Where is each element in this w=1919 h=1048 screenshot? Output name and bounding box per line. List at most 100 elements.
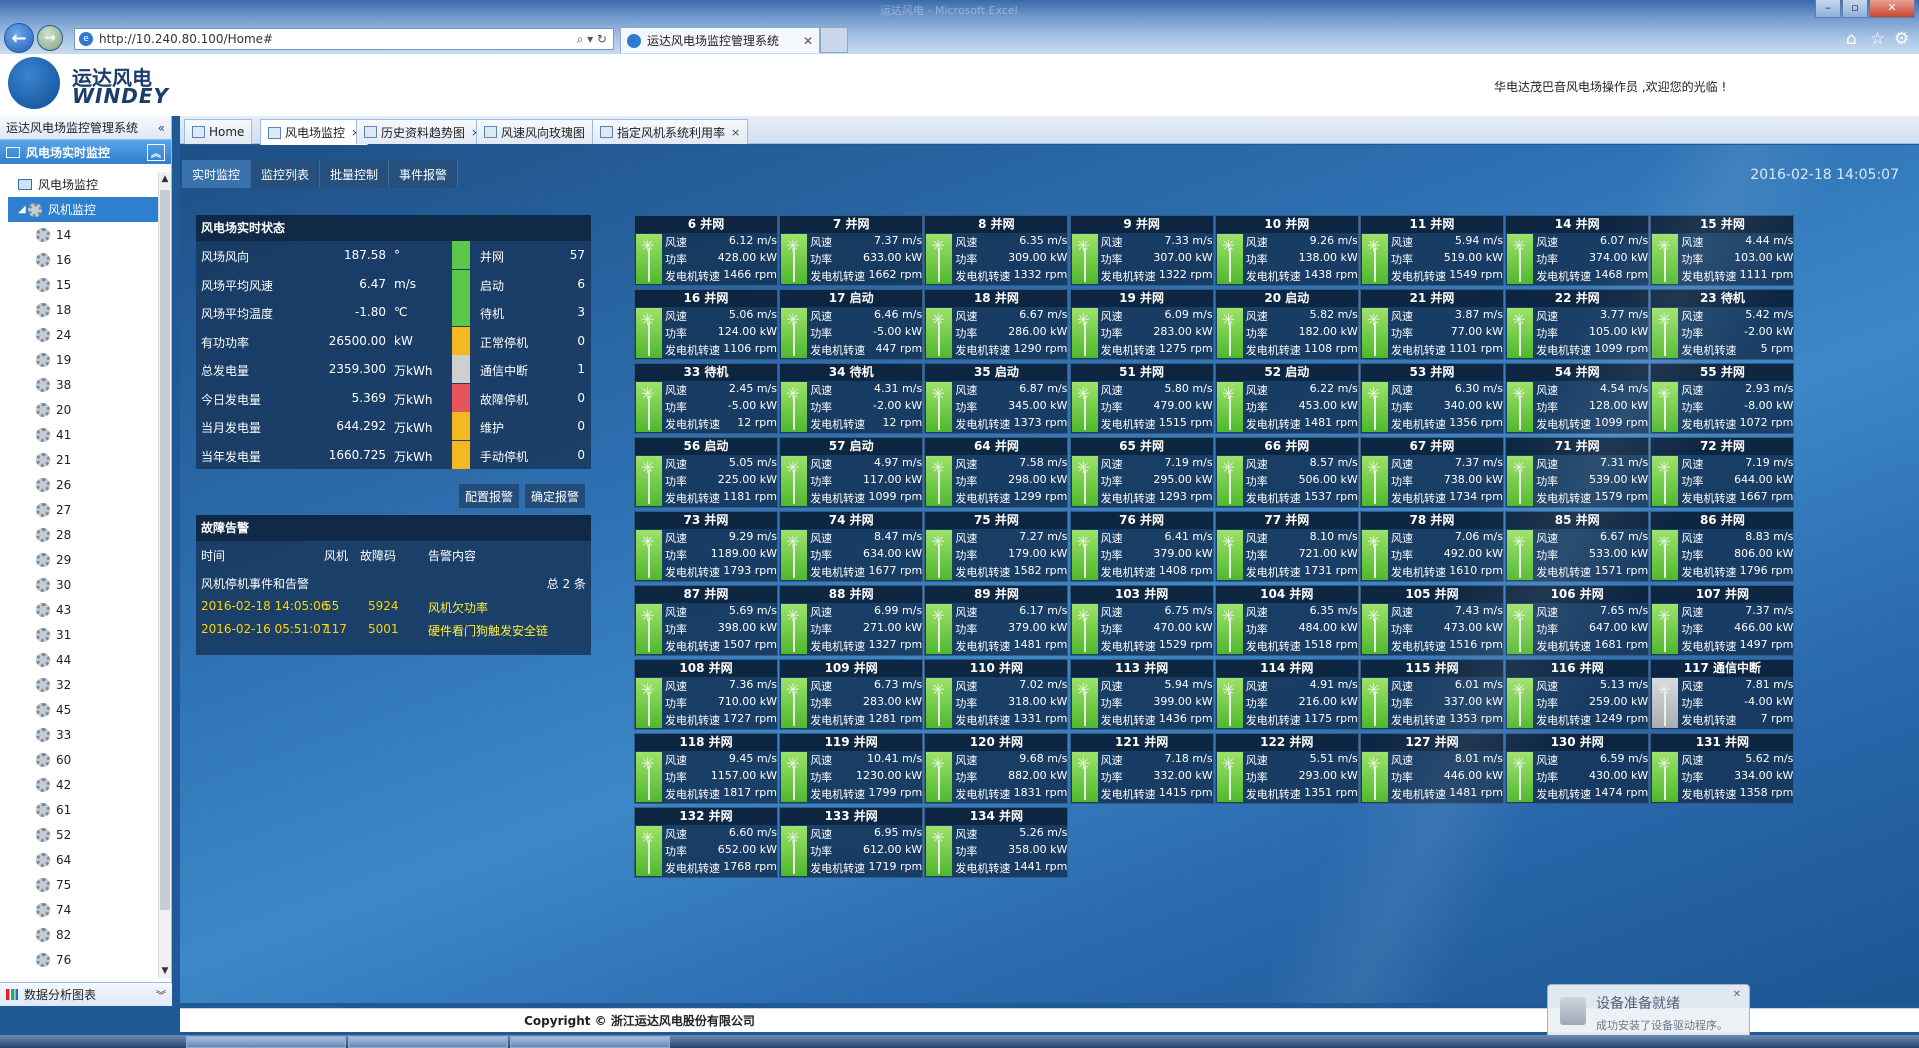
turbine-card[interactable]: 72 并网风速 7.19 m/s 功率 644.00 kW 发电机转速1667 rpm: [1650, 437, 1795, 508]
turbine-card[interactable]: 66 并网风速 8.57 m/s 功率 506.00 kW 发电机转速1537 rpm: [1214, 437, 1359, 508]
home-icon[interactable]: ⌂: [1846, 29, 1857, 49]
tree-node-turbine-18[interactable]: 18: [0, 297, 158, 322]
turbine-card[interactable]: 120 并网风速 9.68 m/s 功率 882.00 kW 发电机转速1831 rpm: [924, 733, 1069, 804]
turbine-card[interactable]: 51 并网风速 5.80 m/s 功率 479.00 kW 发电机转速1515 rpm: [1069, 363, 1214, 434]
tree-node-turbine-20[interactable]: 20: [0, 397, 158, 422]
favorites-star-icon[interactable]: ☆: [1870, 29, 1885, 49]
turbine-card[interactable]: 20 启动风速 5.82 m/s 功率 182.00 kW 发电机转速1108 rpm: [1214, 289, 1359, 360]
turbine-card[interactable]: 14 并网风速 6.07 m/s 功率 374.00 kW 发电机转速1468 rpm: [1505, 215, 1650, 286]
scroll-up-icon[interactable]: ▲: [159, 174, 171, 184]
notification-close-icon[interactable]: ✕: [1733, 989, 1741, 1000]
turbine-card[interactable]: 19 并网风速 6.09 m/s 功率 283.00 kW 发电机转速1275 rpm: [1069, 289, 1214, 360]
turbine-card[interactable]: 17 启动风速 6.46 m/s 功率 -5.00 kW 发电机转速 447 rpm: [779, 289, 924, 360]
turbine-card[interactable]: 130 并网风速 6.59 m/s 功率 430.00 kW 发电机转速1474 rpm: [1505, 733, 1650, 804]
tree-node-turbine-14[interactable]: 14: [0, 222, 158, 247]
tree-node-turbine-76[interactable]: 76: [0, 947, 158, 972]
turbine-card[interactable]: 57 启动风速 4.97 m/s 功率 117.00 kW 发电机转速1099 rpm: [779, 437, 924, 508]
turbine-card[interactable]: 132 并网风速 6.60 m/s 功率 652.00 kW 发电机转速1768 rpm: [634, 807, 778, 878]
sidebar-section-analysis[interactable]: 数据分析图表 ︾: [0, 982, 172, 1006]
turbine-card[interactable]: 131 并网风速 5.62 m/s 功率 334.00 kW 发电机转速1358 rpm: [1650, 733, 1795, 804]
tree-node-turbine-38[interactable]: 38: [0, 372, 158, 397]
turbine-card[interactable]: 76 并网风速 6.41 m/s 功率 379.00 kW 发电机转速1408 rpm: [1069, 511, 1214, 582]
turbine-card[interactable]: 104 并网风速 6.35 m/s 功率 484.00 kW 发电机转速1518 rpm: [1214, 585, 1359, 656]
collapse-section-icon[interactable]: ︽: [147, 143, 165, 161]
turbine-card[interactable]: 73 并网风速 9.29 m/s 功率 1189.00 kW 发电机转速1793 rpm: [634, 511, 778, 582]
tab-4[interactable]: 指定风机系统利用率 ×: [592, 119, 749, 144]
tree-node-turbine-21[interactable]: 21: [0, 447, 158, 472]
tree-node-turbine-82[interactable]: 82: [0, 922, 158, 947]
turbine-card[interactable]: 118 并网风速 9.45 m/s 功率 1157.00 kW 发电机转速1817 rp…: [634, 733, 778, 804]
device-notification[interactable]: 设备准备就绪 成功安装了设备驱动程序。 ✕: [1547, 984, 1750, 1040]
turbine-card[interactable]: 74 并网风速 8.47 m/s 功率 634.00 kW 发电机转速1677 rpm: [779, 511, 924, 582]
sidebar-section-realtime[interactable]: 风电场实时监控 ︽: [0, 140, 171, 164]
turbine-card[interactable]: 15 并网风速 4.44 m/s 功率 103.00 kW 发电机转速1111 rpm: [1650, 215, 1795, 286]
tree-node-turbine-16[interactable]: 16: [0, 247, 158, 272]
turbine-card[interactable]: 107 并网风速 7.37 m/s 功率 466.00 kW 发电机转速1497 rpm: [1650, 585, 1795, 656]
collapse-sidebar-icon[interactable]: «: [158, 121, 165, 135]
turbine-card[interactable]: 71 并网风速 7.31 m/s 功率 539.00 kW 发电机转速1579 rpm: [1505, 437, 1650, 508]
turbine-card[interactable]: 85 并网风速 6.67 m/s 功率 533.00 kW 发电机转速1571 rpm: [1505, 511, 1650, 582]
back-button[interactable]: ←: [4, 23, 34, 53]
tree-node-turbine-42[interactable]: 42: [0, 772, 158, 797]
tree-node-turbine-32[interactable]: 32: [0, 672, 158, 697]
tree-node-turbine-45[interactable]: 45: [0, 697, 158, 722]
turbine-card[interactable]: 10 并网风速 9.26 m/s 功率 138.00 kW 发电机转速1438 rpm: [1214, 215, 1359, 286]
turbine-card[interactable]: 106 并网风速 7.65 m/s 功率 647.00 kW 发电机转速1681 rpm: [1505, 585, 1650, 656]
turbine-card[interactable]: 16 并网风速 5.06 m/s 功率 124.00 kW 发电机转速1106 rpm: [634, 289, 778, 360]
close-tab-icon[interactable]: ×: [731, 126, 740, 139]
turbine-card[interactable]: 133 并网风速 6.95 m/s 功率 612.00 kW 发电机转速1719 rpm: [779, 807, 924, 878]
turbine-card[interactable]: 77 并网风速 8.10 m/s 功率 721.00 kW 发电机转速1731 rpm: [1214, 511, 1359, 582]
turbine-card[interactable]: 103 并网风速 6.75 m/s 功率 470.00 kW 发电机转速1529 rpm: [1069, 585, 1214, 656]
turbine-card[interactable]: 53 并网风速 6.30 m/s 功率 340.00 kW 发电机转速1356 rpm: [1360, 363, 1504, 434]
tree-node-turbine-52[interactable]: 52: [0, 822, 158, 847]
fault-row[interactable]: 2016-02-16 05:51:07 117 5001 硬件看门狗触发安全链: [196, 622, 591, 644]
turbine-card[interactable]: 18 并网风速 6.67 m/s 功率 286.00 kW 发电机转速1290 rpm: [924, 289, 1069, 360]
turbine-card[interactable]: 6 并网风速 6.12 m/s 功率 428.00 kW 发电机转速1466 rpm: [634, 215, 778, 286]
tree-node-turbine-29[interactable]: 29: [0, 547, 158, 572]
tree-node-turbine-74[interactable]: 74: [0, 897, 158, 922]
tree-expand-icon[interactable]: ◢: [18, 204, 28, 215]
tree-node-turbine-27[interactable]: 27: [0, 497, 158, 522]
turbine-card[interactable]: 115 并网风速 6.01 m/s 功率 337.00 kW 发电机转速1353 rpm: [1360, 659, 1504, 730]
tree-node-turbine-28[interactable]: 28: [0, 522, 158, 547]
confirm-alarm-button[interactable]: 确定报警: [524, 483, 587, 509]
turbine-card[interactable]: 109 并网风速 6.73 m/s 功率 283.00 kW 发电机转速1281 rpm: [779, 659, 924, 730]
tree-node-turbine-64[interactable]: 64: [0, 847, 158, 872]
turbine-card[interactable]: 108 并网风速 7.36 m/s 功率 710.00 kW 发电机转速1727 rpm: [634, 659, 778, 730]
turbine-card[interactable]: 54 并网风速 4.54 m/s 功率 128.00 kW 发电机转速1099 rpm: [1505, 363, 1650, 434]
turbine-card[interactable]: 35 启动风速 6.87 m/s 功率 345.00 kW 发电机转速1373 rpm: [924, 363, 1069, 434]
turbine-card[interactable]: 21 并网风速 3.87 m/s 功率 77.00 kW 发电机转速1101 rpm: [1360, 289, 1504, 360]
turbine-card[interactable]: 56 启动风速 5.05 m/s 功率 225.00 kW 发电机转速1181 rpm: [634, 437, 778, 508]
turbine-card[interactable]: 64 并网风速 7.58 m/s 功率 298.00 kW 发电机转速1299 rpm: [924, 437, 1069, 508]
turbine-card[interactable]: 8 并网风速 6.35 m/s 功率 309.00 kW 发电机转速1332 rpm: [924, 215, 1069, 286]
forward-button[interactable]: →: [37, 25, 63, 51]
turbine-card[interactable]: 55 并网风速 2.93 m/s 功率 -8.00 kW 发电机转速1072 rpm: [1650, 363, 1795, 434]
tree-node-turbine-15[interactable]: 15: [0, 272, 158, 297]
tree-node-turbine-69[interactable]: 69: [0, 972, 158, 978]
new-tab-button[interactable]: [820, 27, 848, 53]
turbine-card[interactable]: 113 并网风速 5.94 m/s 功率 399.00 kW 发电机转速1436 rpm: [1069, 659, 1214, 730]
close-window-button[interactable]: ✕: [1869, 0, 1915, 18]
subtab-2[interactable]: 批量控制: [320, 160, 390, 188]
scroll-down-icon[interactable]: ▼: [159, 966, 171, 976]
tree-node-turbine-19[interactable]: 19: [0, 347, 158, 372]
tree-node-farm-monitor[interactable]: 风电场监控: [0, 172, 158, 197]
taskbar-item[interactable]: [510, 1036, 670, 1048]
turbine-card[interactable]: 88 并网风速 6.99 m/s 功率 271.00 kW 发电机转速1327 rpm: [779, 585, 924, 656]
address-url[interactable]: http://10.240.80.100/Home#: [99, 32, 577, 46]
tree-node-turbine-43[interactable]: 43: [0, 597, 158, 622]
subtab-3[interactable]: 事件报警: [389, 160, 459, 188]
turbine-card[interactable]: 114 并网风速 4.91 m/s 功率 216.00 kW 发电机转速1175 rpm: [1214, 659, 1359, 730]
turbine-card[interactable]: 134 并网风速 5.26 m/s 功率 358.00 kW 发电机转速1441 rpm: [924, 807, 1069, 878]
scrollbar-thumb[interactable]: [160, 190, 170, 910]
turbine-card[interactable]: 116 并网风速 5.13 m/s 功率 259.00 kW 发电机转速1249 rpm: [1505, 659, 1650, 730]
tree-node-turbine-44[interactable]: 44: [0, 647, 158, 672]
tree-node-turbine-31[interactable]: 31: [0, 622, 158, 647]
sidebar-scrollbar[interactable]: ▲ ▼: [158, 172, 171, 978]
turbine-card[interactable]: 86 并网风速 8.83 m/s 功率 806.00 kW 发电机转速1796 rpm: [1650, 511, 1795, 582]
turbine-card[interactable]: 117 通信中断风速 7.81 m/s 功率 -4.00 kW 发电机转速 7 rpm: [1650, 659, 1795, 730]
turbine-card[interactable]: 78 并网风速 7.06 m/s 功率 492.00 kW 发电机转速1610 rpm: [1360, 511, 1504, 582]
subtab-0[interactable]: 实时监控: [182, 160, 252, 188]
turbine-card[interactable]: 110 并网风速 7.02 m/s 功率 318.00 kW 发电机转速1331 rpm: [924, 659, 1069, 730]
fault-row[interactable]: 2016-02-18 14:05:06 55 5924 风机欠功率: [196, 599, 591, 621]
